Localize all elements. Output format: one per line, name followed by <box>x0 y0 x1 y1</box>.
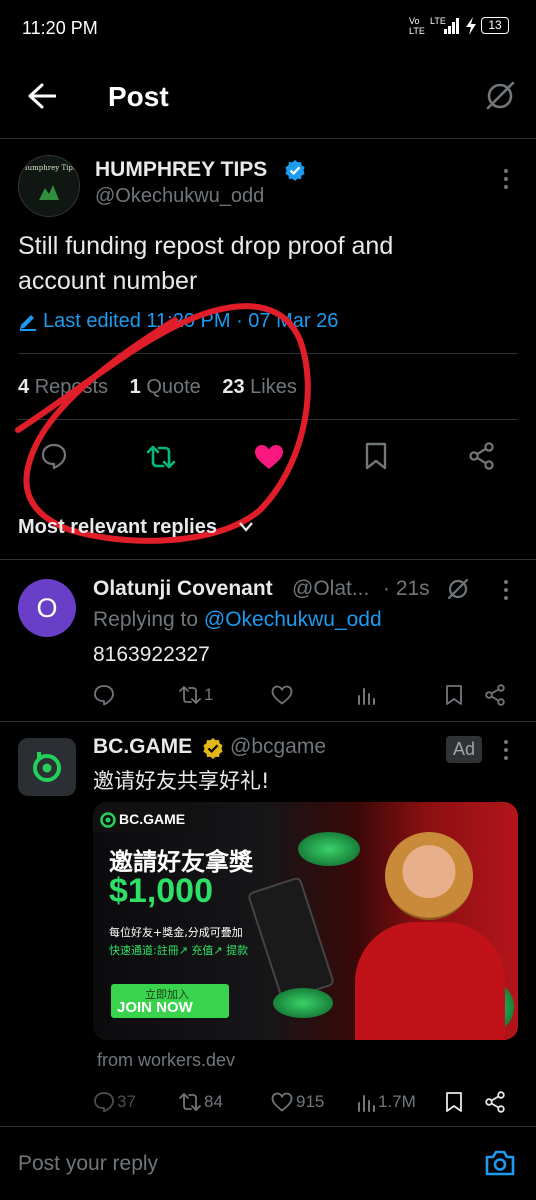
reposts-stat[interactable]: 4 Reposts <box>18 376 108 398</box>
last-edited-link[interactable]: Last edited 11:20 PM · 07 Mar 26 <box>43 310 338 333</box>
more-options-icon[interactable] <box>500 738 512 762</box>
more-options-icon[interactable] <box>500 167 512 191</box>
ad-image-logo: BC.GAME <box>119 811 186 827</box>
ad-text: 邀请好友共享好礼! <box>93 769 270 793</box>
ad-image-line1: 每位好友+獎金,分成可疊加 <box>109 926 243 939</box>
camera-icon[interactable] <box>484 1149 516 1177</box>
like-heart-icon[interactable] <box>271 1092 293 1112</box>
post-stats: 4 Reposts 1 Quote 23 Likes <box>18 376 297 399</box>
ad-like-count: 915 <box>296 1092 325 1111</box>
ad-image-amount: $1,000 <box>109 872 213 910</box>
like-heart-icon[interactable] <box>254 444 284 470</box>
author-name[interactable]: HUMPHREY TIPS <box>95 158 267 182</box>
replying-to-link[interactable]: @Okechukwu_odd <box>204 608 382 631</box>
join-now-button[interactable]: 立即加入 JOIN NOW <box>111 984 229 1018</box>
repost-icon[interactable] <box>178 1091 202 1113</box>
share-icon[interactable] <box>468 442 496 470</box>
bookmark-icon[interactable] <box>444 684 464 706</box>
reply-avatar[interactable]: O <box>18 579 76 637</box>
views-icon[interactable] <box>356 1092 376 1112</box>
reply-timestamp: · 21s <box>383 577 430 600</box>
verified-gold-badge-icon <box>203 738 223 759</box>
bookmark-icon[interactable] <box>444 1091 464 1113</box>
repost-icon[interactable] <box>178 684 202 706</box>
divider <box>18 353 518 354</box>
divider <box>0 559 536 560</box>
reply-composer[interactable]: Post your reply <box>0 1127 536 1200</box>
phone-illustration <box>246 876 336 1002</box>
likes-stat[interactable]: 23 Likes <box>222 376 297 398</box>
bc-game-logo-icon <box>100 812 116 828</box>
coin-icon <box>273 988 333 1018</box>
signal-icon <box>444 18 459 34</box>
replies-filter-dropdown[interactable]: Most relevant replies <box>18 516 217 539</box>
grok-icon[interactable] <box>484 80 516 112</box>
ad-reply-count: 37 <box>117 1092 136 1111</box>
volte-indicator: Vo LTE <box>409 16 425 36</box>
status-bar: 11:20 PM Vo LTE LTE 13 <box>0 0 536 56</box>
ad-image[interactable]: BC.GAME 邀請好友拿獎 $1,000 每位好友+獎金,分成可疊加 快速通道… <box>93 802 518 1040</box>
back-arrow-icon[interactable] <box>28 83 56 109</box>
reply-author-handle[interactable]: @Olat... <box>292 577 369 601</box>
quotes-stat[interactable]: 1 Quote <box>130 376 201 398</box>
divider <box>0 721 536 722</box>
reply-author-name[interactable]: Olatunji Covenant <box>93 577 273 601</box>
share-icon[interactable] <box>484 684 506 706</box>
ad-author-handle[interactable]: @bcgame <box>230 735 326 759</box>
ad-avatar[interactable] <box>18 738 76 796</box>
share-icon[interactable] <box>484 1091 506 1113</box>
reply-icon[interactable] <box>93 1091 115 1113</box>
views-icon[interactable] <box>356 685 376 705</box>
reply-icon[interactable] <box>93 684 115 706</box>
ad-view-count: 1.7M <box>378 1092 416 1111</box>
reply-text: 8163922327 <box>93 643 210 666</box>
verified-badge-icon <box>285 160 305 181</box>
page-title: Post <box>108 81 169 112</box>
divider <box>18 419 518 420</box>
ad-image-line2: 快速通道:註冊↗ 充值↗ 提款 <box>109 944 249 957</box>
chevron-down-icon[interactable] <box>238 521 254 533</box>
ad-source[interactable]: from workers.dev <box>97 1050 235 1071</box>
more-options-icon[interactable] <box>500 578 512 602</box>
ad-badge: Ad <box>446 736 483 763</box>
bc-game-logo-icon <box>33 752 61 782</box>
header: Post <box>0 56 536 139</box>
like-heart-icon[interactable] <box>271 685 293 705</box>
repost-icon[interactable] <box>145 443 177 471</box>
ad-author-name[interactable]: BC.GAME <box>93 735 192 759</box>
edit-pencil-icon <box>20 315 36 331</box>
post-text: Still funding repost drop proof and acco… <box>18 232 394 295</box>
reply-repost-count: 1 <box>204 685 214 704</box>
charging-icon <box>466 17 476 35</box>
battery-level: 13 <box>488 18 502 32</box>
battery-icon: 13 <box>481 17 509 34</box>
reply-icon[interactable] <box>40 442 68 470</box>
author-avatar[interactable]: Humphrey Tips <box>18 155 80 217</box>
replying-to: Replying to @Okechukwu_odd <box>93 608 382 631</box>
model-dress <box>355 922 505 1040</box>
ad-repost-count: 84 <box>204 1092 223 1111</box>
author-handle[interactable]: @Okechukwu_odd <box>95 185 264 208</box>
model-face <box>385 832 473 920</box>
grok-icon[interactable] <box>446 577 470 601</box>
clock: 11:20 PM <box>22 18 98 38</box>
reply-input-placeholder[interactable]: Post your reply <box>18 1152 158 1176</box>
bookmark-icon[interactable] <box>364 442 388 470</box>
coin-icon <box>298 832 360 866</box>
